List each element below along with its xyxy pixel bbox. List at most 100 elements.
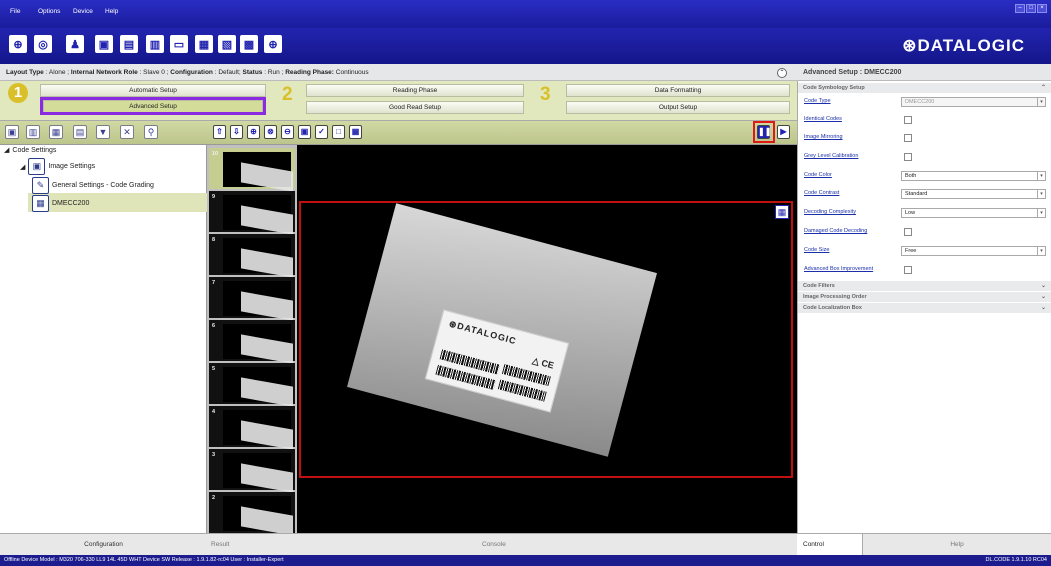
delete-icon[interactable]: ✕ <box>120 125 134 139</box>
datamatrix-icon[interactable]: ▦ <box>49 125 63 139</box>
thumbnail[interactable]: 8 <box>209 234 295 278</box>
thumbnail[interactable]: 4 <box>209 406 295 450</box>
zoom-fit-icon[interactable]: ⊗ <box>264 125 277 139</box>
code-color-select[interactable]: Both ▾ <box>901 171 1046 181</box>
console-tab[interactable]: Console <box>482 541 506 548</box>
checkmark-icon[interactable]: ✓ <box>315 125 328 139</box>
play-icon[interactable]: ▶ <box>777 125 790 139</box>
upload-icon[interactable]: ⇧ <box>213 125 226 139</box>
damaged-code-label[interactable]: Damaged Code Decoding <box>804 228 867 234</box>
code-color-label[interactable]: Code Color <box>804 172 832 178</box>
image-mirroring-label[interactable]: Image Mirroring <box>804 134 843 140</box>
dropdown-arrow-icon[interactable]: ▾ <box>1037 190 1045 198</box>
barcode-icon[interactable]: ▩ <box>240 35 258 53</box>
grey-level-checkbox[interactable] <box>904 153 912 161</box>
thumbnail[interactable]: 9 <box>209 191 295 235</box>
region-of-interest[interactable]: ▦ <box>299 201 793 478</box>
zoom-code-icon[interactable]: ⚲ <box>144 125 158 139</box>
data-formatting-button[interactable]: Data Formatting <box>566 84 790 97</box>
chevron-down-icon[interactable]: ⌄ <box>1041 282 1046 289</box>
dropdown-arrow-icon[interactable]: ▾ <box>1037 172 1045 180</box>
chevron-up-icon[interactable]: ⌃ <box>1041 84 1046 91</box>
image-settings-icon[interactable]: ▥ <box>146 35 164 53</box>
automatic-setup-button[interactable]: Automatic Setup <box>40 84 266 97</box>
dropdown-arrow-icon[interactable]: ▾ <box>1037 98 1045 106</box>
camera-icon[interactable]: ◎ <box>34 35 52 53</box>
menu-options[interactable]: Options <box>38 8 60 15</box>
menu-device[interactable]: Device <box>73 8 93 15</box>
save-image-icon[interactable]: ▣ <box>298 125 311 139</box>
reading-phase-button[interactable]: Reading Phase <box>306 84 524 97</box>
thumbnail[interactable]: 7 <box>209 277 295 321</box>
menu-file[interactable]: File <box>10 8 20 15</box>
result-tab[interactable]: Result <box>211 541 229 548</box>
identical-codes-label[interactable]: Identical Codes <box>804 116 842 122</box>
advanced-box-checkbox[interactable] <box>904 266 912 274</box>
identical-codes-checkbox[interactable] <box>904 116 912 124</box>
section-image-processing-order[interactable]: Image Processing Order ⌄ <box>798 292 1051 302</box>
expand-arrow-icon[interactable]: ◢ <box>20 163 25 171</box>
dropdown-arrow-icon[interactable]: ▾ <box>1037 209 1045 217</box>
image-viewer[interactable]: ⊛DATALOGIC △ CE ▦ <box>297 145 797 533</box>
advanced-box-label[interactable]: Advanced Box Improvement <box>804 266 873 272</box>
damaged-code-checkbox[interactable] <box>904 228 912 236</box>
prop-decoding-complexity: Decoding Complexity Low ▾ <box>798 204 1051 222</box>
thumbnail[interactable]: 10 <box>209 148 295 192</box>
tree-item-general-settings[interactable]: ✎ General Settings - Code Grading <box>32 177 154 194</box>
download-icon[interactable]: ⇩ <box>230 125 243 139</box>
thumbnail[interactable]: 2 <box>209 492 295 536</box>
grid-icon[interactable]: ▦ <box>349 125 362 139</box>
thumbnail[interactable]: 5 <box>209 363 295 407</box>
zoom-in-icon[interactable]: ⊕ <box>247 125 260 139</box>
close-icon[interactable]: × <box>1037 4 1047 13</box>
section-code-filters[interactable]: Code Filters ⌄ <box>798 281 1051 291</box>
chevron-down-icon[interactable]: ⌄ <box>1041 304 1046 311</box>
decoding-complexity-select[interactable]: Low ▾ <box>901 208 1046 218</box>
code-contrast-select[interactable]: Standard ▾ <box>901 189 1046 199</box>
chevron-down-icon[interactable]: ⌄ <box>1041 293 1046 300</box>
filter-icon[interactable]: ▼ <box>96 125 110 139</box>
grey-level-label[interactable]: Grey Level Calibration <box>804 153 858 159</box>
help-tab[interactable]: Help <box>863 541 1051 548</box>
decoding-complexity-label[interactable]: Decoding Complexity <box>804 209 856 215</box>
crosshair-icon[interactable]: ⊕ <box>264 35 282 53</box>
image-toolbar: ⇧ ⇩ ⊕ ⊗ ⊖ ▣ ✓ □ ▦ ❚❚ ▶ <box>207 121 797 145</box>
dropdown-arrow-icon[interactable]: ▾ <box>1037 247 1045 255</box>
postal-code-icon[interactable]: ▤ <box>73 125 87 139</box>
tree-root-label: Code Settings <box>12 146 57 154</box>
maximize-icon[interactable]: □ <box>1026 4 1036 13</box>
tree-item-image-settings[interactable]: ◢ ▣ Image Settings <box>20 158 95 175</box>
user-icon[interactable]: ♟ <box>66 35 84 53</box>
configuration-tab[interactable]: Configuration <box>0 533 207 555</box>
roi-settings-icon[interactable]: ▦ <box>775 205 789 219</box>
collapse-up-icon[interactable]: ⌃ <box>777 68 787 78</box>
good-read-setup-button[interactable]: Good Read Setup <box>306 101 524 114</box>
minimize-icon[interactable]: – <box>1015 4 1025 13</box>
tree-root-code-settings[interactable]: ◢ Code Settings <box>4 146 57 155</box>
zoom-out-icon[interactable]: ⊖ <box>281 125 294 139</box>
tree-item-dmecc200[interactable]: ▦ DMECC200 <box>32 195 89 212</box>
section-code-symbology-setup[interactable]: Code Symbology Setup ⌃ <box>798 83 1051 93</box>
thumbnail[interactable]: 6 <box>209 320 295 364</box>
image-settings-icon[interactable]: ▣ <box>5 125 19 139</box>
layout-icon[interactable]: ▦ <box>195 35 213 53</box>
thumbnail[interactable]: 3 <box>209 449 295 493</box>
code-contrast-label[interactable]: Code Contrast <box>804 190 839 196</box>
code-size-select[interactable]: Free ▾ <box>901 246 1046 256</box>
menu-help[interactable]: Help <box>105 8 118 15</box>
code-size-label[interactable]: Code Size <box>804 247 829 253</box>
image-mirroring-checkbox[interactable] <box>904 134 912 142</box>
code-type-label[interactable]: Code Type <box>804 98 831 104</box>
network-icon[interactable]: ▧ <box>218 35 236 53</box>
device-icon[interactable]: ⊕ <box>9 35 27 53</box>
section-code-localization-box[interactable]: Code Localization Box ⌄ <box>798 303 1051 313</box>
monitor-icon[interactable]: ▣ <box>95 35 113 53</box>
output-setup-button[interactable]: Output Setup <box>566 101 790 114</box>
barcode-1d-icon[interactable]: ▥ <box>26 125 40 139</box>
code-type-select[interactable]: DMECC200 ▾ <box>901 97 1046 107</box>
expand-arrow-icon[interactable]: ◢ <box>4 146 9 154</box>
control-tab[interactable]: Control <box>797 534 863 556</box>
capture-icon[interactable]: ▭ <box>170 35 188 53</box>
image-icon[interactable]: ▤ <box>120 35 138 53</box>
frame-icon[interactable]: □ <box>332 125 345 139</box>
